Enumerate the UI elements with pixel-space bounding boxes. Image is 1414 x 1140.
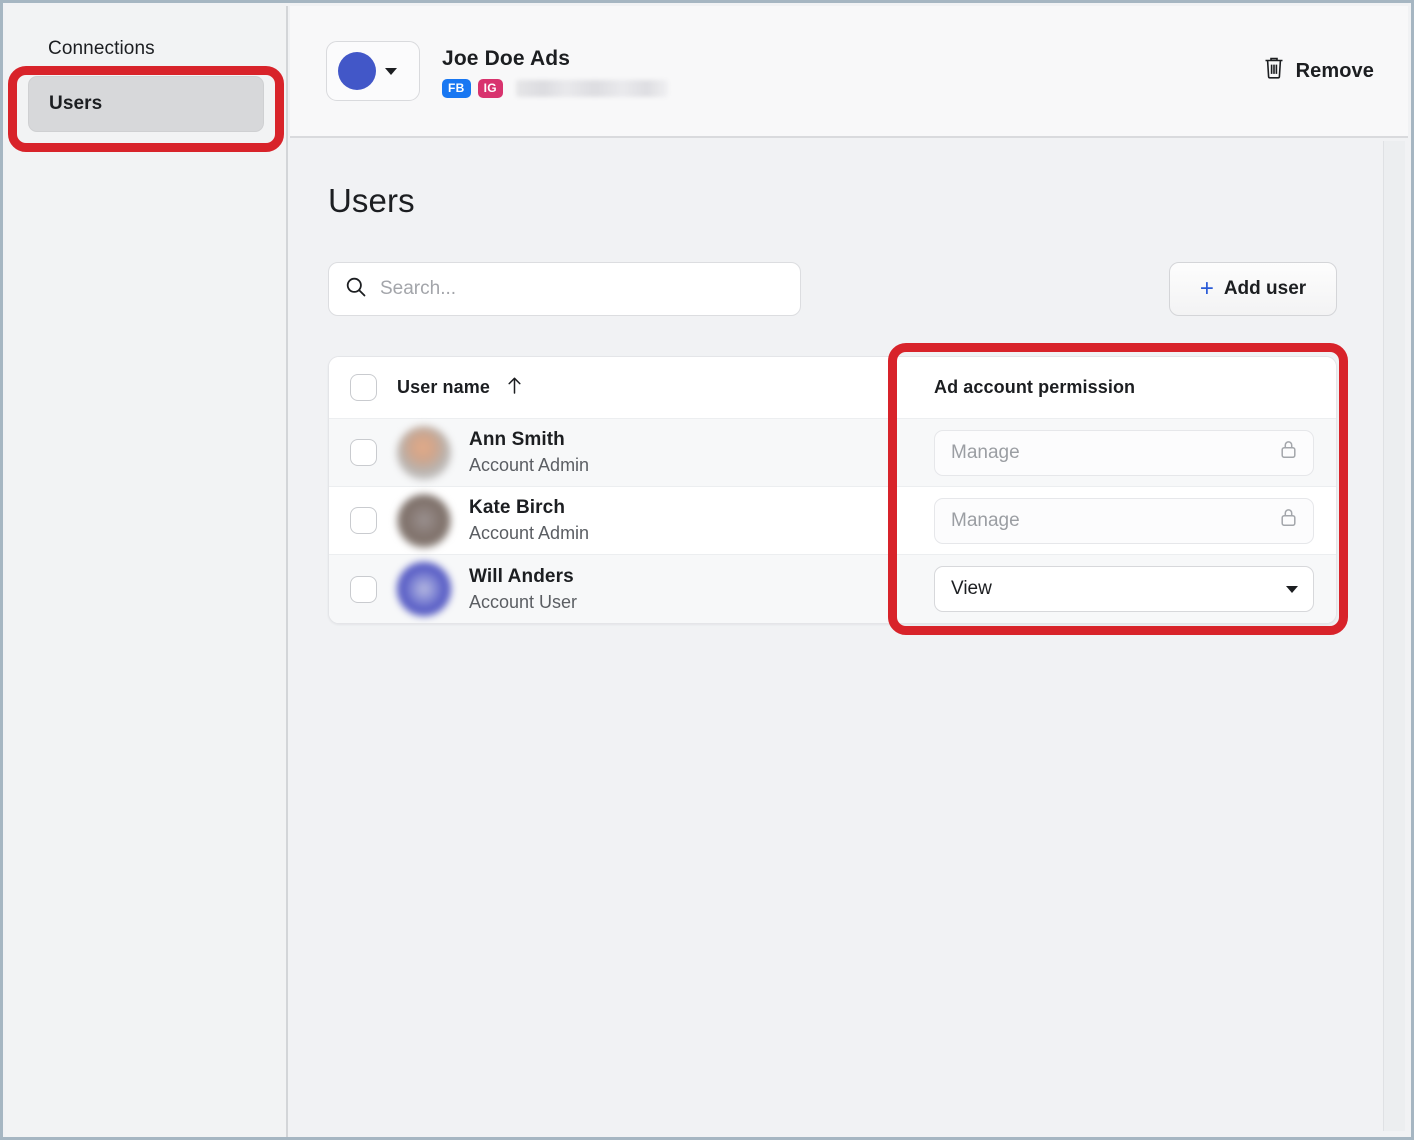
trash-icon <box>1263 56 1285 86</box>
chevron-down-icon <box>385 68 397 75</box>
column-user-name[interactable]: User name <box>397 376 906 400</box>
select-all-cell <box>329 374 397 401</box>
permission-value: View <box>951 578 992 600</box>
content-area: Users + Add user <box>290 138 1386 1134</box>
badge-facebook: FB <box>442 79 471 98</box>
row-select-cell <box>329 507 397 534</box>
sidebar-item-users[interactable]: Users <box>28 76 264 132</box>
user-cell: Kate Birch Account Admin <box>397 494 906 548</box>
account-name: Joe Doe Ads <box>442 45 668 73</box>
account-meta: Joe Doe Ads FB IG <box>442 45 668 98</box>
search-icon <box>345 276 367 303</box>
permission-cell: Manage <box>906 430 1336 476</box>
permission-value: Manage <box>951 510 1020 532</box>
permission-field-locked: Manage <box>934 498 1314 544</box>
remove-label: Remove <box>1296 60 1374 83</box>
lock-icon <box>1279 439 1298 466</box>
table-row[interactable]: Will Anders Account User View <box>329 555 1336 623</box>
permission-cell: Manage <box>906 498 1336 544</box>
vertical-scrollbar[interactable] <box>1383 141 1405 1131</box>
app-window: Connections Users Joe Doe Ads FB IG <box>0 0 1414 1140</box>
permission-value: Manage <box>951 442 1020 464</box>
badge-instagram: IG <box>478 79 503 98</box>
sidebar-heading-connections: Connections <box>6 36 286 62</box>
permission-field-locked: Manage <box>934 430 1314 476</box>
row-checkbox[interactable] <box>350 439 377 466</box>
user-role: Account Admin <box>469 522 589 545</box>
add-user-button[interactable]: + Add user <box>1169 262 1337 316</box>
user-name: Kate Birch <box>469 496 589 520</box>
add-user-label: Add user <box>1224 278 1306 300</box>
row-checkbox[interactable] <box>350 507 377 534</box>
search-input[interactable] <box>380 278 784 300</box>
search-box[interactable] <box>328 262 801 316</box>
avatar <box>397 494 451 548</box>
user-cell: Will Anders Account User <box>397 562 906 616</box>
page-title: Users <box>328 182 1386 220</box>
permission-cell: View <box>906 566 1336 612</box>
permission-dropdown[interactable]: View <box>934 566 1314 612</box>
row-checkbox[interactable] <box>350 576 377 603</box>
plus-icon: + <box>1200 279 1214 299</box>
account-id-redacted <box>516 80 668 97</box>
user-role: Account Admin <box>469 454 589 477</box>
users-table: User name Ad account permission <box>328 356 1337 624</box>
select-all-checkbox[interactable] <box>350 374 377 401</box>
chevron-down-icon <box>1286 586 1298 593</box>
toolbar: + Add user <box>328 262 1337 316</box>
table-row[interactable]: Ann Smith Account Admin Manage <box>329 419 1336 487</box>
table-row[interactable]: Kate Birch Account Admin Manage <box>329 487 1336 555</box>
account-avatar <box>338 52 376 90</box>
avatar <box>397 562 451 616</box>
column-ad-account-permission: Ad account permission <box>906 377 1336 398</box>
user-cell: Ann Smith Account Admin <box>397 426 906 480</box>
column-ad-account-permission-label: Ad account permission <box>934 377 1135 398</box>
avatar <box>397 426 451 480</box>
user-name: Ann Smith <box>469 428 589 452</box>
row-select-cell <box>329 439 397 466</box>
sidebar-item-label: Users <box>49 93 102 115</box>
arrow-up-icon[interactable] <box>506 376 523 400</box>
main-region: Joe Doe Ads FB IG Remove <box>290 6 1408 1134</box>
column-user-name-label: User name <box>397 377 490 398</box>
user-role: Account User <box>469 591 577 614</box>
account-badges: FB IG <box>442 79 668 98</box>
remove-button[interactable]: Remove <box>1263 56 1374 86</box>
table-header-row: User name Ad account permission <box>329 357 1336 419</box>
lock-icon <box>1279 507 1298 534</box>
user-name: Will Anders <box>469 565 577 589</box>
account-switcher-button[interactable] <box>326 41 420 101</box>
row-select-cell <box>329 576 397 603</box>
account-header: Joe Doe Ads FB IG Remove <box>290 6 1408 138</box>
sidebar: Connections Users <box>6 6 288 1140</box>
